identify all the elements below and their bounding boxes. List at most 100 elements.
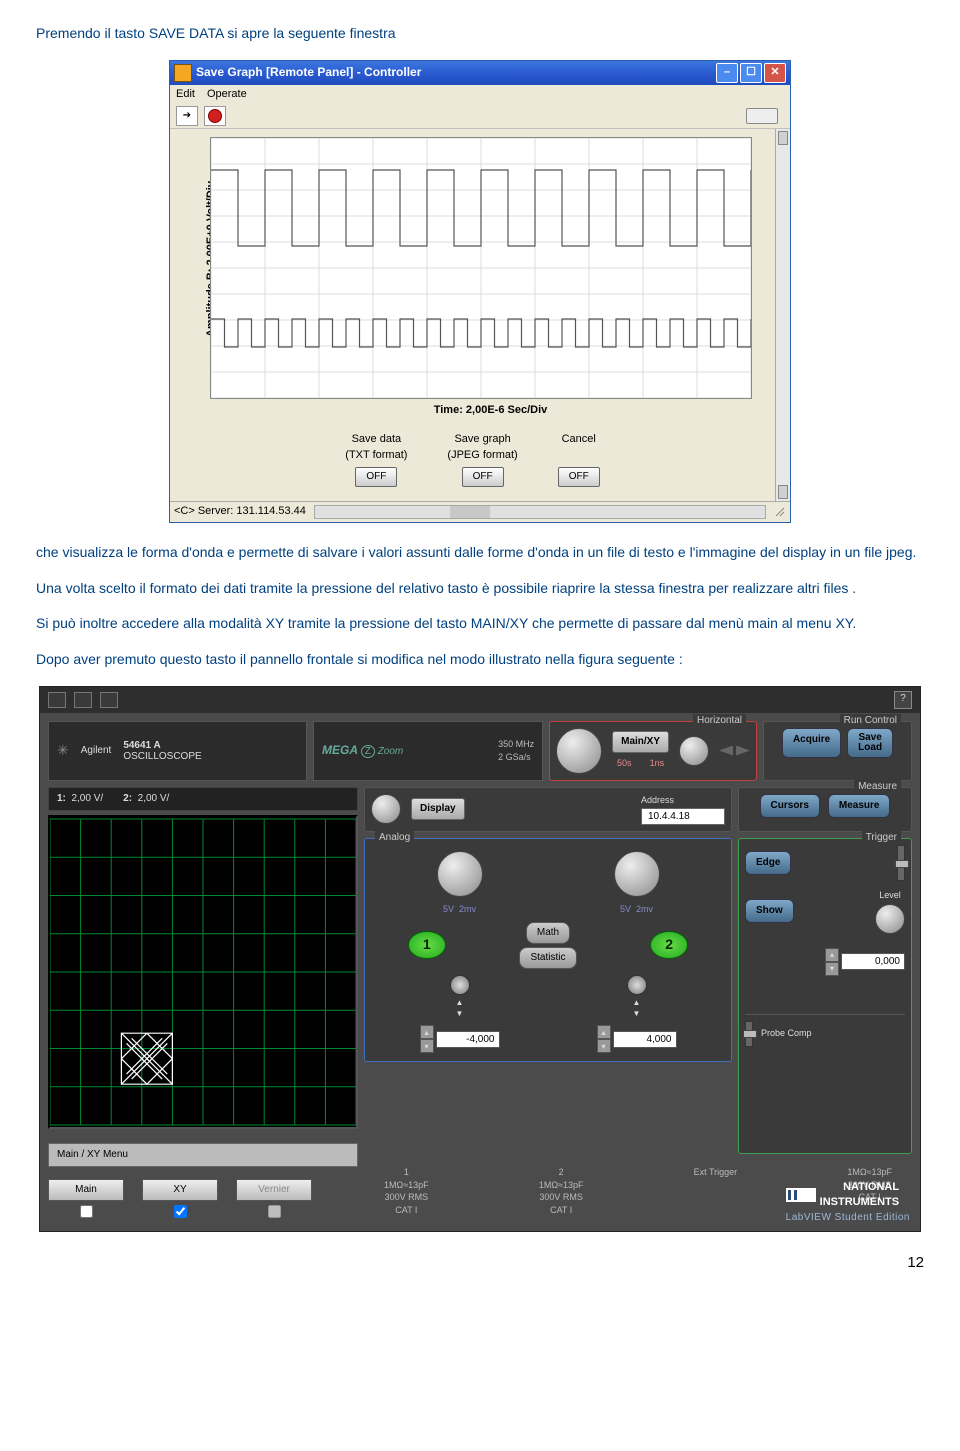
statistic-button[interactable]: Statistic bbox=[519, 947, 576, 969]
resize-grip[interactable] bbox=[774, 506, 786, 518]
main-checkbox[interactable] bbox=[80, 1205, 93, 1218]
ni-logo: NATIONALINSTRUMENTS LabVIEW Student Edit… bbox=[786, 1180, 910, 1225]
measure-button[interactable]: Measure bbox=[828, 794, 891, 818]
save-graph-figure: Save Graph [Remote Panel] - Controller –… bbox=[36, 60, 924, 524]
ch1-pos-field[interactable] bbox=[436, 1031, 500, 1048]
ch1-pos-knob[interactable] bbox=[450, 975, 470, 995]
input-1-cat: CAT I bbox=[384, 1204, 429, 1217]
ch1-scale-knob[interactable] bbox=[437, 851, 483, 897]
input-2-cat: CAT I bbox=[539, 1204, 584, 1217]
close-button[interactable]: ✕ bbox=[764, 63, 786, 83]
display-section: Display Address bbox=[364, 787, 732, 833]
menu-title: Main / XY Menu bbox=[48, 1143, 358, 1167]
ch2-pos-up[interactable]: ▴ bbox=[597, 1025, 611, 1039]
display-button[interactable]: Display bbox=[411, 798, 465, 820]
save-txt-label: Save data bbox=[345, 432, 407, 447]
run-icon[interactable] bbox=[48, 692, 66, 708]
cancel-button[interactable]: OFF bbox=[558, 467, 600, 487]
hpos-left-icon[interactable] bbox=[719, 746, 733, 756]
ch1-pos-up[interactable]: ▴ bbox=[420, 1025, 434, 1039]
save-txt-button[interactable]: OFF bbox=[355, 467, 397, 487]
horizontal-section: Horizontal Main/XY 50s 1ns bbox=[549, 721, 757, 781]
hpos-knob[interactable] bbox=[679, 736, 709, 766]
save-jpeg-button[interactable]: OFF bbox=[462, 467, 504, 487]
vernier-button[interactable]: Vernier bbox=[236, 1179, 312, 1201]
level-up[interactable]: ▴ bbox=[825, 948, 839, 962]
zoom-label: Zoom bbox=[378, 746, 404, 757]
stop-icon[interactable] bbox=[74, 692, 92, 708]
model-sub: OSCILLOSCOPE bbox=[123, 751, 201, 762]
acquire-button[interactable]: Acquire bbox=[782, 728, 841, 758]
measure-section: Measure Cursors Measure bbox=[738, 787, 912, 833]
ch1-scale: 2,00 V/ bbox=[71, 793, 103, 804]
level-label: Level bbox=[875, 889, 905, 902]
megazoom-box: MEGA Z Zoom 350 MHz 2 GSa/s bbox=[313, 721, 543, 781]
ch2-pos-field[interactable] bbox=[613, 1031, 677, 1048]
ch2-pos-knob[interactable] bbox=[627, 975, 647, 995]
ch2-scale-knob[interactable] bbox=[614, 851, 660, 897]
intensity-knob[interactable] bbox=[371, 794, 401, 824]
mainxy-button[interactable]: Main/XY bbox=[612, 731, 669, 753]
save-graph-window: Save Graph [Remote Panel] - Controller –… bbox=[169, 60, 791, 524]
measure-label: Measure bbox=[854, 780, 901, 794]
paragraph-2: che visualizza le forma d'onda e permett… bbox=[36, 543, 924, 563]
cursors-button[interactable]: Cursors bbox=[760, 794, 820, 818]
ext-imp: 1MΩ≈13pF bbox=[847, 1166, 892, 1179]
help-icon[interactable]: ? bbox=[894, 691, 912, 709]
menu-operate[interactable]: Operate bbox=[207, 87, 247, 102]
save-jpeg-label2: (JPEG format) bbox=[447, 448, 517, 463]
ch2-5v: 5V bbox=[620, 904, 631, 914]
ch2-button[interactable]: 2 bbox=[650, 931, 688, 959]
channel-header: 1: 2,00 V/ 2: 2,00 V/ bbox=[48, 787, 358, 811]
timebase-knob[interactable] bbox=[556, 728, 602, 774]
model-number: 54641 A bbox=[123, 740, 160, 751]
xy-button[interactable]: XY bbox=[142, 1179, 218, 1201]
maximize-button[interactable]: ☐ bbox=[740, 63, 762, 83]
address-field[interactable] bbox=[641, 808, 725, 825]
probe-comp-label: Probe Comp bbox=[761, 1027, 812, 1040]
input-1-num: 1 bbox=[384, 1166, 429, 1179]
ni-mark-icon bbox=[786, 1188, 816, 1202]
intro-paragraph: Premendo il tasto SAVE DATA si apre la s… bbox=[36, 24, 924, 44]
mega-label: MEGA bbox=[322, 743, 358, 757]
trigger-section: Trigger Edge Show Level bbox=[738, 838, 912, 1154]
ch1-num: 1: bbox=[57, 793, 66, 804]
labview-edition: LabVIEW Student Edition bbox=[786, 1211, 910, 1225]
xy-checkbox[interactable] bbox=[174, 1205, 187, 1218]
save-load-button[interactable]: Save Load bbox=[847, 728, 893, 758]
ch1-pos-down[interactable]: ▾ bbox=[420, 1039, 434, 1053]
bandwidth: 350 MHz bbox=[498, 738, 534, 751]
toolbar: ➔ bbox=[170, 104, 790, 129]
ch2-pos-down[interactable]: ▾ bbox=[597, 1039, 611, 1053]
window-icon bbox=[174, 64, 192, 82]
x-axis-label: Time: 2,00E-6 Sec/Div bbox=[210, 403, 771, 418]
input-2-imp: 1MΩ≈13pF bbox=[539, 1179, 584, 1192]
sample-rate: 2 GSa/s bbox=[498, 751, 534, 764]
edge-slider[interactable] bbox=[897, 845, 905, 881]
horizontal-scrollbar[interactable] bbox=[314, 505, 766, 519]
edge-button[interactable]: Edge bbox=[745, 851, 791, 875]
menu-edit[interactable]: Edit bbox=[176, 87, 195, 102]
math-button[interactable]: Math bbox=[526, 922, 570, 944]
horizontal-label: Horizontal bbox=[693, 714, 746, 728]
analog-label: Analog bbox=[375, 831, 414, 845]
level-down[interactable]: ▾ bbox=[825, 962, 839, 976]
toolbar-indicator bbox=[746, 108, 778, 124]
ch1-button[interactable]: 1 bbox=[408, 931, 446, 959]
run-control-section: Run Control Acquire Save Load bbox=[763, 721, 912, 781]
cancel-label: Cancel bbox=[558, 432, 600, 447]
vertical-scrollbar[interactable] bbox=[775, 129, 790, 501]
level-knob[interactable] bbox=[875, 904, 905, 934]
stop-button[interactable] bbox=[204, 106, 226, 126]
run-button[interactable]: ➔ bbox=[176, 106, 198, 126]
oscilloscope-panel: ? ✳ Agilent 54641 A OSCILLOSCOPE MEG bbox=[39, 686, 921, 1232]
input-2-rms: 300V RMS bbox=[539, 1191, 584, 1204]
main-button[interactable]: Main bbox=[48, 1179, 124, 1201]
show-button[interactable]: Show bbox=[745, 899, 794, 923]
level-field[interactable] bbox=[841, 953, 905, 970]
probe-comp-slider[interactable] bbox=[745, 1021, 753, 1047]
pause-icon[interactable] bbox=[100, 692, 118, 708]
minimize-button[interactable]: – bbox=[716, 63, 738, 83]
hpos-right-icon[interactable] bbox=[736, 746, 750, 756]
menubar: Edit Operate bbox=[170, 85, 790, 104]
